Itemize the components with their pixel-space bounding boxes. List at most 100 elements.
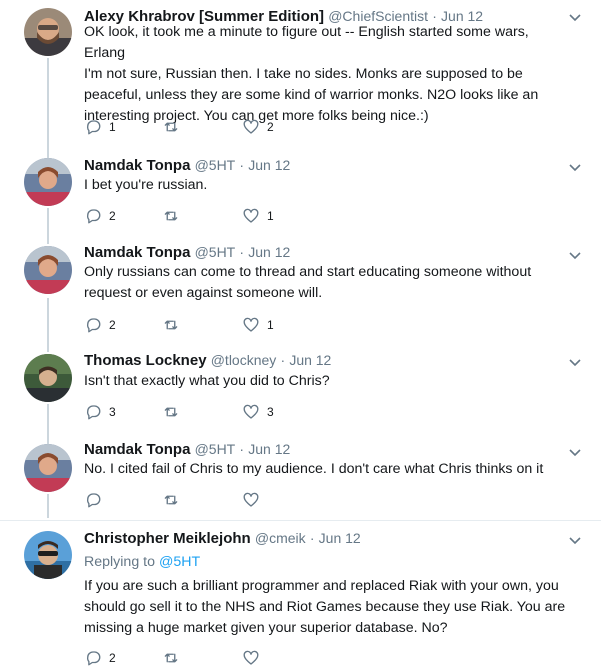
- replying-to-handle[interactable]: @5HT: [159, 554, 200, 570]
- separator: ·: [239, 244, 245, 260]
- chevron-down-icon[interactable]: [567, 159, 583, 175]
- tweet-text-line: If you are such a brilliant programmer a…: [84, 578, 559, 594]
- avatar[interactable]: [24, 8, 72, 56]
- author-handle[interactable]: @cmeik: [255, 530, 306, 546]
- retweet-icon: [164, 495, 178, 505]
- reply-count: 3: [109, 405, 116, 419]
- reply-button[interactable]: 2: [84, 316, 162, 334]
- tweet[interactable]: Christopher Meiklejohn @cmeik · Jun 12 R…: [0, 520, 601, 668]
- reply-icon: [86, 493, 101, 508]
- retweet-icon: [164, 320, 178, 330]
- author-name[interactable]: Thomas Lockney: [84, 352, 207, 369]
- replying-to: Replying to @5HT: [84, 552, 200, 572]
- author-name[interactable]: Christopher Meiklejohn: [84, 530, 251, 547]
- tweet-text-line: I'm not sure, Russian then. I take no si…: [84, 66, 523, 82]
- tweet[interactable]: Namdak Tonpa @5HT · Jun 12 No. I cited f…: [0, 436, 601, 520]
- heart-icon: [243, 119, 259, 134]
- heart-icon: [243, 404, 259, 419]
- avatar[interactable]: [24, 444, 72, 492]
- tweet-text: Isn't that exactly what you did to Chris…: [84, 371, 571, 392]
- timestamp[interactable]: Jun 12: [248, 441, 290, 457]
- author-name[interactable]: Namdak Tonpa: [84, 441, 190, 458]
- tweet-text: If you are such a brilliant programmer a…: [84, 576, 571, 639]
- reply-icon: [86, 405, 101, 420]
- tweet[interactable]: Namdak Tonpa @5HT · Jun 12 I bet you're …: [0, 150, 601, 238]
- retweet-icon: [164, 211, 178, 221]
- reply-count: 2: [109, 318, 116, 332]
- tweet-text: I bet you're russian.: [84, 175, 571, 196]
- like-count: 3: [267, 405, 274, 419]
- avatar[interactable]: [24, 246, 72, 294]
- reply-count: 1: [109, 120, 116, 134]
- timestamp[interactable]: Jun 12: [289, 352, 331, 368]
- chevron-down-icon[interactable]: [567, 444, 583, 460]
- author-handle[interactable]: @5HT: [195, 157, 236, 173]
- retweet-button[interactable]: [162, 207, 242, 225]
- heart-icon: [243, 492, 259, 507]
- tweet[interactable]: Thomas Lockney @tlockney · Jun 12 Isn't …: [0, 346, 601, 436]
- tweet-text-line: OK look, it took me a minute to figure o…: [84, 24, 529, 61]
- retweet-icon: [164, 653, 178, 663]
- separator: ·: [239, 157, 245, 173]
- reply-button[interactable]: [84, 491, 162, 509]
- chevron-down-icon[interactable]: [567, 247, 583, 263]
- heart-icon: [243, 208, 259, 223]
- reply-button[interactable]: 2: [84, 649, 162, 667]
- heart-icon: [243, 650, 259, 665]
- retweet-button[interactable]: [162, 403, 242, 421]
- reply-button[interactable]: 2: [84, 207, 162, 225]
- like-button[interactable]: 2: [242, 118, 320, 136]
- avatar[interactable]: [24, 158, 72, 206]
- tweet-text: No. I cited fail of Chris to my audience…: [84, 459, 571, 480]
- author-handle[interactable]: @5HT: [195, 244, 236, 260]
- like-button[interactable]: [242, 491, 320, 509]
- retweet-icon: [164, 407, 178, 417]
- tweet[interactable]: Alexy Khrabrov [Summer Edition] @ChiefSc…: [0, 0, 601, 150]
- reply-icon: [86, 120, 101, 135]
- reply-count: 2: [109, 651, 116, 665]
- tweet-text-line: No. I cited fail of Chris to my audience…: [84, 461, 544, 477]
- like-button[interactable]: 1: [242, 316, 320, 334]
- reply-icon: [86, 209, 101, 224]
- retweet-button[interactable]: [162, 491, 242, 509]
- tweet[interactable]: Namdak Tonpa @5HT · Jun 12 Only russians…: [0, 238, 601, 346]
- heart-icon: [243, 317, 259, 332]
- chevron-down-icon[interactable]: [567, 354, 583, 370]
- reply-button[interactable]: 3: [84, 403, 162, 421]
- author-handle[interactable]: @5HT: [195, 441, 236, 457]
- tweet-text-line: missing a huge market given your superio…: [84, 620, 448, 636]
- retweet-button[interactable]: [162, 649, 242, 667]
- like-button[interactable]: 3: [242, 403, 320, 421]
- like-count: 1: [267, 209, 274, 223]
- separator: ·: [280, 352, 286, 368]
- tweet-text-line: Isn't that exactly what you did to Chris…: [84, 373, 330, 389]
- like-count: 1: [267, 318, 274, 332]
- timestamp[interactable]: Jun 12: [248, 244, 290, 260]
- replying-to-label: Replying to: [84, 554, 155, 570]
- author-name[interactable]: Namdak Tonpa: [84, 157, 190, 174]
- author-name[interactable]: Namdak Tonpa: [84, 244, 190, 261]
- tweet-text-line: should go sell it to the NHS and Riot Ga…: [84, 599, 566, 615]
- retweet-button[interactable]: [162, 118, 242, 136]
- like-count: 2: [267, 120, 274, 134]
- reply-count: 2: [109, 209, 116, 223]
- like-button[interactable]: 1: [242, 207, 320, 225]
- tweet-text: Only russians can come to thread and sta…: [84, 262, 571, 304]
- reply-icon: [86, 318, 101, 333]
- avatar[interactable]: [24, 354, 72, 402]
- retweet-icon: [164, 122, 178, 132]
- reply-icon: [86, 651, 101, 666]
- retweet-button[interactable]: [162, 316, 242, 334]
- tweet-text-line: request or even against someone will.: [84, 285, 323, 301]
- reply-button[interactable]: 1: [84, 118, 162, 136]
- timestamp[interactable]: Jun 12: [319, 530, 361, 546]
- separator: ·: [309, 530, 315, 546]
- tweet-text-line: Only russians can come to thread and sta…: [84, 264, 532, 280]
- author-handle[interactable]: @tlockney: [211, 352, 277, 368]
- avatar[interactable]: [24, 531, 72, 579]
- chevron-down-icon[interactable]: [567, 532, 583, 548]
- timestamp[interactable]: Jun 12: [248, 157, 290, 173]
- tweet-text-line: peaceful, unless they are some kind of w…: [84, 87, 539, 103]
- separator: ·: [239, 441, 245, 457]
- like-button[interactable]: [242, 649, 320, 667]
